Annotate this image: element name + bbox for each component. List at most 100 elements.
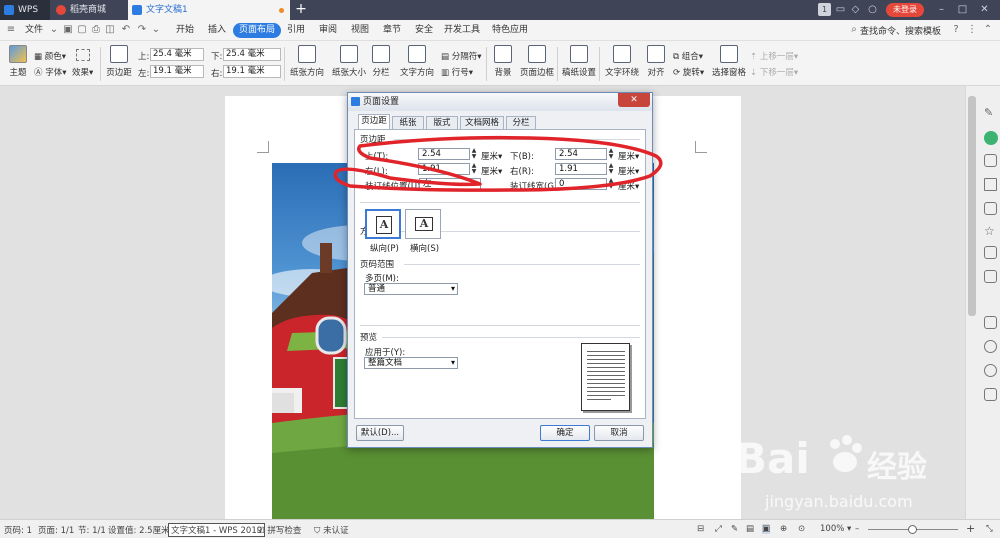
top-margin-input[interactable]: 25.4 毫米 xyxy=(150,48,204,61)
margins-button[interactable]: 页边距 xyxy=(104,45,134,78)
tab-margins[interactable]: 页边距 xyxy=(358,114,390,129)
cancel-button[interactable]: 取消 xyxy=(594,425,644,441)
cloud-icon[interactable] xyxy=(984,388,997,401)
download-icon[interactable] xyxy=(984,340,997,353)
expand-icon[interactable]: ⤡ xyxy=(986,524,993,534)
login-button[interactable]: 未登录 xyxy=(886,3,924,17)
multi-pages-select[interactable]: 普通 xyxy=(364,283,458,295)
menu-review[interactable]: 审阅 xyxy=(314,23,342,38)
adjust-icon[interactable] xyxy=(984,178,997,191)
status-bar: 页码: 1 页面: 1/1 节: 1/1 设置值: 2.5厘米 文字文稿1 - … xyxy=(0,519,1000,538)
menu-security[interactable]: 安全 xyxy=(410,23,438,38)
bottom-margin-input[interactable]: 25.4 毫米 xyxy=(223,48,281,61)
print-icon[interactable]: ⎙ xyxy=(90,24,102,36)
menu-view[interactable]: 视图 xyxy=(346,23,374,38)
move-down-button[interactable]: ⇣ 下移一层▾ xyxy=(750,66,798,78)
shirt-icon[interactable]: ◇ xyxy=(849,3,862,16)
right-margin-input[interactable]: 19.1 毫米 xyxy=(223,65,281,78)
menu-file[interactable]: 文件 xyxy=(20,23,48,38)
layout-icon[interactable]: ⊟ xyxy=(697,524,704,534)
separator-button[interactable]: ▤ 分隔符▾ xyxy=(441,50,482,62)
rotate-button[interactable]: ⟳ 旋转▾ xyxy=(673,66,704,78)
collapse-icon[interactable]: ⌃ xyxy=(982,24,994,36)
portrait-label[interactable]: 纵向(P) xyxy=(370,242,399,254)
dialog-close-button[interactable]: ✕ xyxy=(618,93,650,107)
orientation-button[interactable]: 纸张方向 xyxy=(288,45,326,78)
tab-wps[interactable]: WPS xyxy=(0,0,50,20)
landscape-label[interactable]: 横向(S) xyxy=(410,242,439,254)
share-icon[interactable] xyxy=(984,246,997,259)
menu-special[interactable]: 特色应用 xyxy=(490,23,530,38)
text-wrap-button[interactable]: 文字环绕 xyxy=(604,45,640,78)
close-icon[interactable]: ✕ xyxy=(978,3,991,16)
redo-icon[interactable]: ↷ xyxy=(136,24,148,36)
more-options-icon[interactable]: ⋮ xyxy=(966,24,978,36)
star-icon[interactable]: ☆ xyxy=(984,224,997,238)
columns-button[interactable]: 分栏 xyxy=(370,45,392,78)
help-icon[interactable]: ? xyxy=(950,24,962,36)
apply-to-select[interactable]: 整篇文档 xyxy=(364,357,458,369)
effect-button[interactable]: 效果▾ xyxy=(72,66,93,78)
read-mode-icon[interactable]: ▤ xyxy=(746,524,754,534)
menu-icon[interactable]: ≡ xyxy=(4,24,18,36)
move-up-button[interactable]: ⇡ 上移一层▾ xyxy=(750,50,798,62)
zoom-out-icon[interactable]: – xyxy=(855,524,859,534)
document-tool-icon[interactable] xyxy=(984,202,997,215)
zoom-dropdown-icon[interactable]: ▾ xyxy=(847,524,851,534)
menu-reference[interactable]: 引用 xyxy=(282,23,310,38)
save-icon[interactable]: ▣ xyxy=(62,24,74,36)
tab-document[interactable]: 文字文稿1 xyxy=(128,0,290,20)
paper-size-button[interactable]: 纸张大小 xyxy=(330,45,368,78)
new-tab-button[interactable]: + xyxy=(292,0,310,20)
image-icon[interactable] xyxy=(984,316,997,329)
outline-view-icon[interactable]: ⊙ xyxy=(798,524,805,534)
undo-icon[interactable]: ↶ xyxy=(120,24,132,36)
zoom-level[interactable]: 100% xyxy=(820,524,844,534)
fullscreen-icon[interactable]: ⤢ xyxy=(715,524,722,534)
pen-icon[interactable]: ✎ xyxy=(984,106,997,119)
shapes-icon[interactable] xyxy=(984,154,997,167)
group-button[interactable]: ⧉ 组合▾ xyxy=(673,50,703,62)
background-button[interactable]: 背景 xyxy=(490,45,516,78)
scrollbar-thumb[interactable] xyxy=(968,96,976,316)
history-icon[interactable] xyxy=(984,364,997,377)
menu-chapter[interactable]: 章节 xyxy=(378,23,406,38)
file-icon[interactable] xyxy=(984,270,997,283)
menu-page-layout[interactable]: 页面布局 xyxy=(233,23,282,38)
menu-insert[interactable]: 插入 xyxy=(202,23,232,38)
skin-icon[interactable]: ▭ xyxy=(834,3,847,16)
minimize-icon[interactable]: – xyxy=(935,3,948,16)
draft-setting-button[interactable]: 稿纸设置 xyxy=(562,45,596,78)
left-margin-input[interactable]: 19.1 毫米 xyxy=(150,65,204,78)
vertical-scrollbar[interactable] xyxy=(968,88,976,518)
text-direction-button[interactable]: 文字方向 xyxy=(398,45,436,78)
chevron-down-icon[interactable]: ⌄ xyxy=(48,24,60,36)
ok-button[interactable]: 确定 xyxy=(540,425,590,441)
command-search[interactable]: 查找命令、搜索模板 xyxy=(860,24,941,37)
theme-button[interactable]: 主题 xyxy=(6,45,30,78)
default-button[interactable]: 默认(D)... xyxy=(356,425,404,441)
landscape-option[interactable]: A xyxy=(405,209,441,239)
align-button[interactable]: 对齐 xyxy=(644,45,668,78)
export-icon[interactable]: ▢ xyxy=(76,24,88,36)
web-view-icon[interactable]: ⊕ xyxy=(780,524,787,534)
maximize-icon[interactable]: □ xyxy=(956,3,969,16)
menu-home[interactable]: 开始 xyxy=(170,23,200,38)
select-pane-button[interactable]: 选择窗格 xyxy=(711,45,747,78)
line-number-button[interactable]: ▥ 行号▾ xyxy=(441,66,473,78)
spell-check-button[interactable]: ☑ 拼写检查 xyxy=(257,524,301,536)
user-icon[interactable]: ○ xyxy=(866,3,879,16)
assistant-icon[interactable] xyxy=(984,131,998,145)
menu-developer[interactable]: 开发工具 xyxy=(442,23,482,38)
edit-mode-icon[interactable]: ✎ xyxy=(731,524,738,534)
preview-icon[interactable]: ◫ xyxy=(104,24,116,36)
tab-store[interactable]: 稻壳商城 xyxy=(52,0,126,20)
color-button[interactable]: ▦ 颜色▾ xyxy=(34,50,66,62)
zoom-in-icon[interactable]: + xyxy=(966,522,975,535)
page-border-button[interactable]: 页面边框 xyxy=(520,45,554,78)
page-view-icon[interactable]: ▣ xyxy=(762,524,771,534)
more-icon[interactable]: ⌄ xyxy=(150,24,162,36)
font-button[interactable]: Ⓐ 字体▾ xyxy=(34,66,67,78)
portrait-option[interactable]: A xyxy=(365,209,401,239)
zoom-slider-thumb[interactable] xyxy=(908,525,917,534)
